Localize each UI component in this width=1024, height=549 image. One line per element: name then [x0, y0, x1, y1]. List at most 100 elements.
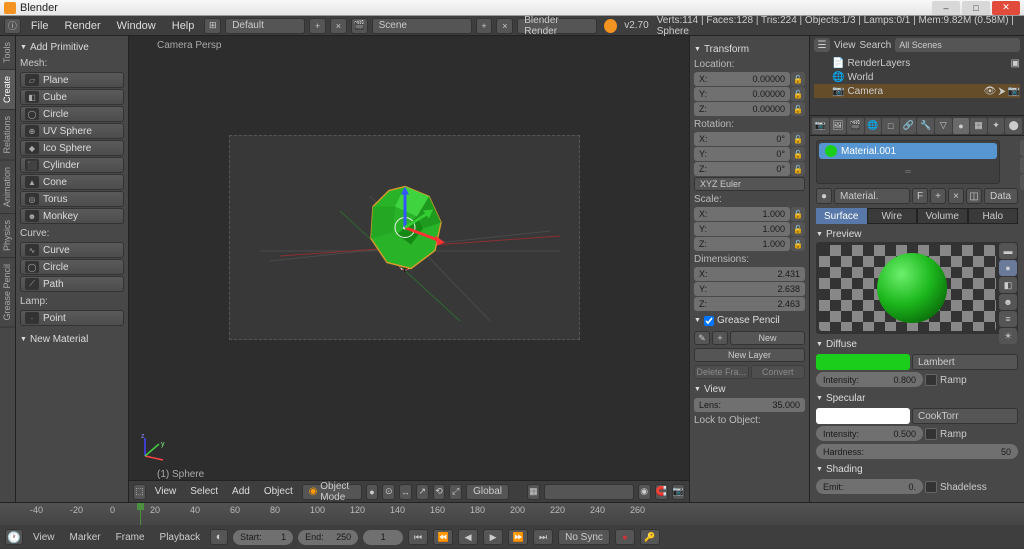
cursor-icon[interactable]: ⮞	[998, 86, 1005, 97]
add-icosphere-button[interactable]: ◆Ico Sphere	[20, 140, 124, 156]
scene-add-button[interactable]: +	[476, 18, 493, 34]
specular-color-swatch[interactable]	[816, 408, 910, 424]
viewport-menu-object[interactable]: Object	[259, 484, 298, 499]
jump-start-button[interactable]: ⏮	[408, 529, 428, 545]
manipulator-translate[interactable]: ↗	[416, 484, 429, 500]
auto-keyframe-button[interactable]: ●	[615, 529, 635, 545]
timeline-ruler[interactable]: -40-200204060801001201401601802002202402…	[0, 503, 1024, 525]
scale-y-lock[interactable]: 🔓	[791, 222, 805, 236]
viewport-menu-select[interactable]: Select	[185, 484, 223, 499]
menu-help[interactable]: Help	[166, 18, 201, 34]
render-icon[interactable]: 📷	[1008, 86, 1020, 97]
tab-object[interactable]: □	[882, 118, 899, 134]
loc-z-field[interactable]: Z:0.00000	[694, 102, 790, 116]
end-frame-field[interactable]: End:250	[298, 530, 358, 545]
specular-ramp-checkbox[interactable]	[925, 428, 937, 440]
layers-button[interactable]: ▦	[527, 484, 540, 500]
start-frame-field[interactable]: Start:1	[233, 530, 293, 545]
tab-render[interactable]: 📷	[812, 118, 829, 134]
diffuse-color-swatch[interactable]	[816, 354, 910, 370]
tab-tools[interactable]: Tools	[0, 36, 15, 70]
rot-x-lock[interactable]: 🔓	[791, 132, 805, 146]
specular-intensity-field[interactable]: Intensity:0.500	[816, 426, 923, 441]
tab-material[interactable]: ●	[953, 118, 970, 134]
timeline-menu-view[interactable]: View	[28, 530, 60, 545]
tab-animation[interactable]: Animation	[0, 161, 15, 214]
tab-grease-pencil[interactable]: Grease Pencil	[0, 258, 15, 328]
rot-y-field[interactable]: Y:0°	[694, 147, 790, 161]
add-path-button[interactable]: ⟋Path	[20, 276, 124, 292]
manipulator-scale[interactable]: ⤢	[449, 484, 462, 500]
timeline-menu-frame[interactable]: Frame	[111, 530, 150, 545]
hardness-field[interactable]: Hardness:50	[816, 444, 1018, 459]
dim-z-field[interactable]: Z:2.463	[694, 297, 805, 311]
preview-flat-button[interactable]: ▬	[999, 243, 1017, 259]
gp-new-button[interactable]: New	[730, 331, 805, 345]
mattype-halo[interactable]: Halo	[968, 208, 1019, 224]
tab-scene[interactable]: 🎬	[847, 118, 864, 134]
outliner-menu-search[interactable]: Search	[860, 40, 892, 51]
layer-buttons[interactable]	[544, 484, 634, 500]
rot-y-lock[interactable]: 🔓	[791, 147, 805, 161]
keyframe-prev-button[interactable]: ⏪	[433, 529, 453, 545]
jump-end-button[interactable]: ⏭	[533, 529, 553, 545]
specular-shader-dropdown[interactable]: CookTorr	[912, 408, 1018, 424]
transform-header[interactable]: Transform	[694, 42, 805, 57]
editor-type-button[interactable]: ⓘ	[4, 18, 21, 34]
use-preview-range-button[interactable]: ◐	[210, 529, 228, 545]
diffuse-shader-dropdown[interactable]: Lambert	[912, 354, 1018, 370]
outliner-menu-view[interactable]: View	[834, 40, 856, 51]
manipulator-toggle[interactable]: ↔	[399, 484, 412, 500]
3d-viewport[interactable]: Camera Persp	[129, 36, 689, 502]
timeline-menu-marker[interactable]: Marker	[65, 530, 106, 545]
viewport-menu-view[interactable]: View	[150, 484, 182, 499]
material-fake-user-button[interactable]: F	[912, 188, 928, 204]
add-monkey-button[interactable]: ☻Monkey	[20, 208, 124, 224]
gp-delete-frames-button[interactable]: Delete Fra...	[694, 365, 749, 379]
rot-x-field[interactable]: X:0°	[694, 132, 790, 146]
material-name-field[interactable]: Material.	[834, 188, 910, 204]
mattype-wire[interactable]: Wire	[867, 208, 918, 224]
loc-z-lock[interactable]: 🔓	[791, 102, 805, 116]
mattype-volume[interactable]: Volume	[917, 208, 968, 224]
grease-pencil-header[interactable]: Grease Pencil	[694, 313, 805, 328]
selected-object[interactable]	[363, 183, 447, 276]
tab-relations[interactable]: Relations	[0, 110, 15, 161]
scale-x-lock[interactable]: 🔓	[791, 207, 805, 221]
snap-button[interactable]: 🧲	[655, 484, 668, 500]
current-frame-field[interactable]: 1	[363, 530, 403, 545]
outliner-item-renderlayers[interactable]: 📄RenderLayers▣	[814, 56, 1020, 70]
play-reverse-button[interactable]: ◀	[458, 529, 478, 545]
preview-monkey-button[interactable]: ☻	[999, 294, 1017, 310]
add-torus-button[interactable]: ◎Torus	[20, 191, 124, 207]
pivot-button[interactable]: ⊙	[382, 484, 395, 500]
add-cylinder-button[interactable]: ⬛Cylinder	[20, 157, 124, 173]
timeline-cursor[interactable]	[140, 503, 141, 525]
tab-physics[interactable]: Physics	[0, 214, 15, 258]
preview-sphere-button[interactable]: ●	[999, 260, 1017, 276]
tab-modifiers[interactable]: 🔧	[917, 118, 934, 134]
add-curve-button[interactable]: ∿Curve	[20, 242, 124, 258]
scene-browse-button[interactable]: 🎬	[351, 18, 368, 34]
menu-render[interactable]: Render	[59, 18, 107, 34]
menu-window[interactable]: Window	[111, 18, 162, 34]
slot-specials-button[interactable]: ▾	[1020, 174, 1024, 190]
loc-x-field[interactable]: X:0.00000	[694, 72, 790, 86]
renderlayer-active-icon[interactable]: ▣	[1011, 58, 1020, 69]
gp-new-layer-button[interactable]: New Layer	[694, 348, 805, 362]
outliner-editor-type-button[interactable]: ☰	[814, 38, 830, 52]
render-border-button[interactable]: 📷	[672, 484, 685, 500]
mattype-surface[interactable]: Surface	[816, 208, 867, 224]
outliner-item-world[interactable]: 🌐World	[814, 70, 1020, 84]
rot-z-lock[interactable]: 🔓	[791, 162, 805, 176]
add-circle-button[interactable]: ◯Circle	[20, 106, 124, 122]
tab-create[interactable]: Create	[0, 70, 15, 110]
add-cube-button[interactable]: ◧Cube	[20, 89, 124, 105]
rot-z-field[interactable]: Z:0°	[694, 162, 790, 176]
slot-remove-button[interactable]: −	[1020, 157, 1024, 173]
keying-set-button[interactable]: 🔑	[640, 529, 660, 545]
shading-mode-button[interactable]: ●	[366, 484, 379, 500]
diffuse-ramp-checkbox[interactable]	[925, 374, 937, 386]
tab-constraints[interactable]: 🔗	[900, 118, 917, 134]
loc-y-lock[interactable]: 🔓	[791, 87, 805, 101]
